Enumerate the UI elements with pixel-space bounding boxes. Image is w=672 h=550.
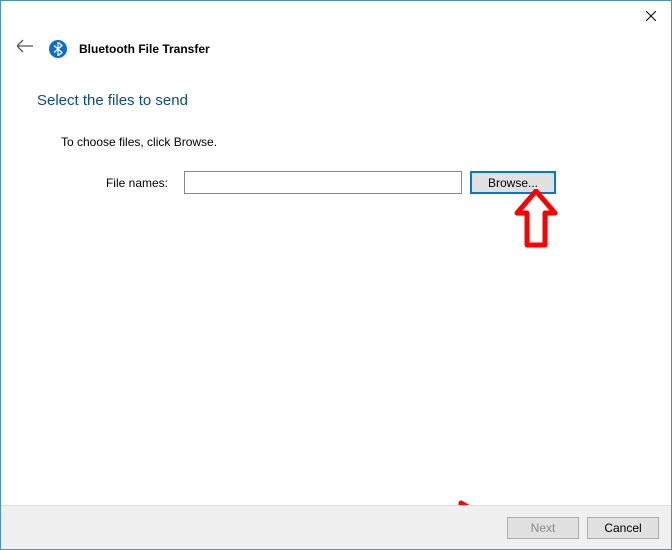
header: Bluetooth File Transfer [1, 31, 671, 72]
page-heading: Select the files to send [37, 92, 635, 109]
back-button[interactable] [13, 37, 37, 60]
footer: Next Cancel [1, 505, 671, 549]
titlebar [1, 1, 671, 31]
content-area: Select the files to send To choose files… [1, 72, 671, 194]
close-icon [646, 11, 656, 21]
back-arrow-icon [17, 39, 33, 53]
file-names-input[interactable] [184, 171, 462, 194]
next-button[interactable]: Next [507, 517, 579, 539]
window-title: Bluetooth File Transfer [79, 42, 210, 56]
annotation-arrow-up-icon [511, 189, 561, 249]
cancel-button[interactable]: Cancel [587, 517, 659, 539]
file-names-label: File names: [61, 176, 176, 190]
close-button[interactable] [631, 1, 671, 31]
bluetooth-icon [49, 40, 67, 58]
instruction-text: To choose files, click Browse. [61, 135, 635, 149]
